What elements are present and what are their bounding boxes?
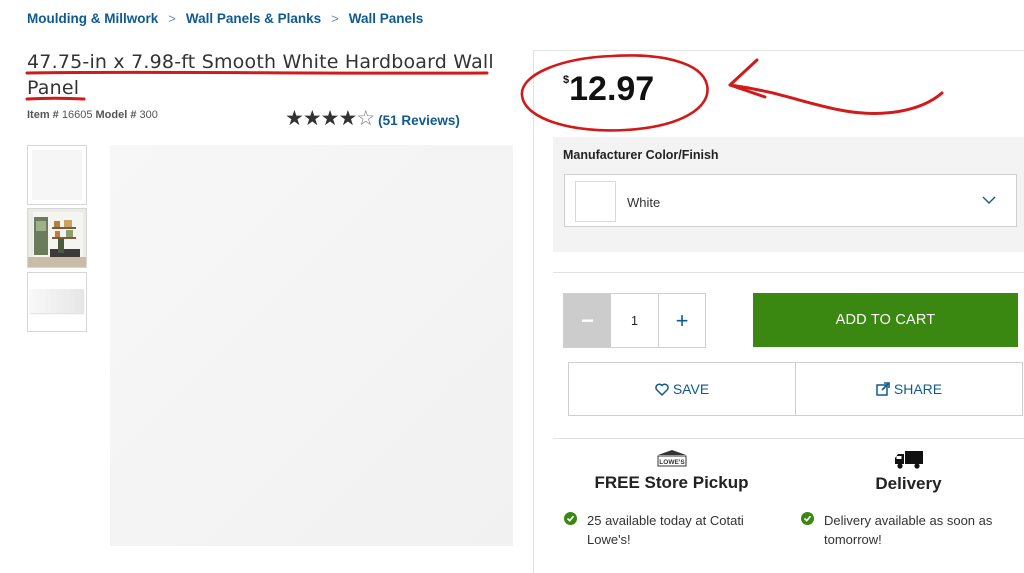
thumbnail-panel-side[interactable]	[27, 272, 87, 332]
breadcrumb-separator-icon: >	[168, 11, 176, 26]
rating-stars-icon: ★★★★☆	[285, 107, 375, 130]
add-to-cart-button[interactable]: ADD TO CART	[753, 293, 1018, 347]
store-pickup-section: LOWE'S FREE Store Pickup	[554, 450, 789, 493]
thumbnail-panel-front[interactable]	[27, 145, 87, 205]
heart-icon	[655, 383, 669, 396]
model-number: 300	[139, 109, 158, 121]
color-finish-label: Manufacturer Color/Finish	[563, 148, 719, 162]
lowes-store-icon: LOWE'S	[657, 450, 686, 467]
share-button[interactable]: SHARE	[795, 362, 1023, 416]
arrow-head-icon	[728, 58, 767, 99]
checkmark-icon	[801, 512, 814, 525]
chevron-down-icon	[982, 196, 996, 204]
divider	[553, 272, 1024, 273]
truck-icon	[894, 451, 923, 469]
delivery-title: Delivery	[875, 474, 942, 493]
buybox-left-border	[533, 50, 534, 573]
delivery-section: Delivery	[791, 450, 1024, 494]
breadcrumb-wall-panels[interactable]: Wall Panels	[349, 11, 424, 26]
divider	[553, 438, 1024, 439]
color-finish-value: White	[627, 195, 661, 210]
item-model-line: Item # 16605 Model # 300	[27, 109, 158, 121]
color-swatch	[575, 181, 616, 222]
pickup-availability: 25 available today at Cotati Lowe's!	[587, 513, 744, 547]
main-product-image	[110, 145, 513, 546]
thumbnail-room-scene[interactable]	[27, 208, 87, 268]
room-scene-thumbnail-image	[28, 209, 86, 267]
color-finish-dropdown[interactable]: White	[564, 174, 1017, 227]
share-label: SHARE	[893, 381, 943, 397]
item-label: Item #	[27, 109, 59, 121]
price: $12.97	[563, 70, 654, 109]
save-label: SAVE	[672, 381, 710, 397]
quantity-decrease-button[interactable]: −	[564, 294, 611, 347]
breadcrumb: Moulding & Millwork > Wall Panels & Plan…	[27, 11, 423, 26]
save-button[interactable]: SAVE	[568, 362, 796, 416]
product-title: 47.75-in x 7.98-ft Smooth White Hardboar…	[27, 51, 494, 99]
share-icon	[876, 382, 890, 396]
breadcrumb-moulding-millwork[interactable]: Moulding & Millwork	[27, 11, 158, 26]
store-pickup-title: FREE Store Pickup	[594, 473, 749, 492]
lowes-logo-text: LOWE'S	[659, 459, 685, 466]
quantity-increase-button[interactable]: +	[659, 294, 705, 347]
price-amount: 12.97	[569, 70, 655, 108]
breadcrumb-separator-icon: >	[331, 11, 339, 26]
breadcrumb-wall-panels-planks[interactable]: Wall Panels & Planks	[186, 11, 321, 26]
delivery-availability: Delivery available as soon as tomorrow!	[824, 513, 993, 547]
checkmark-icon	[564, 512, 577, 525]
quantity-input[interactable]	[611, 294, 659, 347]
product-rating[interactable]: ★★★★☆ (51 Reviews)	[285, 108, 460, 130]
item-number: 16605	[61, 109, 93, 121]
reviews-link[interactable]: (51 Reviews)	[378, 113, 460, 128]
quantity-stepper: − +	[563, 293, 706, 348]
price-currency: $	[563, 74, 570, 86]
arrow-shaft-annotation	[728, 83, 944, 115]
color-finish-panel: Manufacturer Color/Finish White	[553, 137, 1024, 252]
model-label: Model #	[95, 109, 137, 121]
buybox-top-border	[533, 50, 1024, 51]
